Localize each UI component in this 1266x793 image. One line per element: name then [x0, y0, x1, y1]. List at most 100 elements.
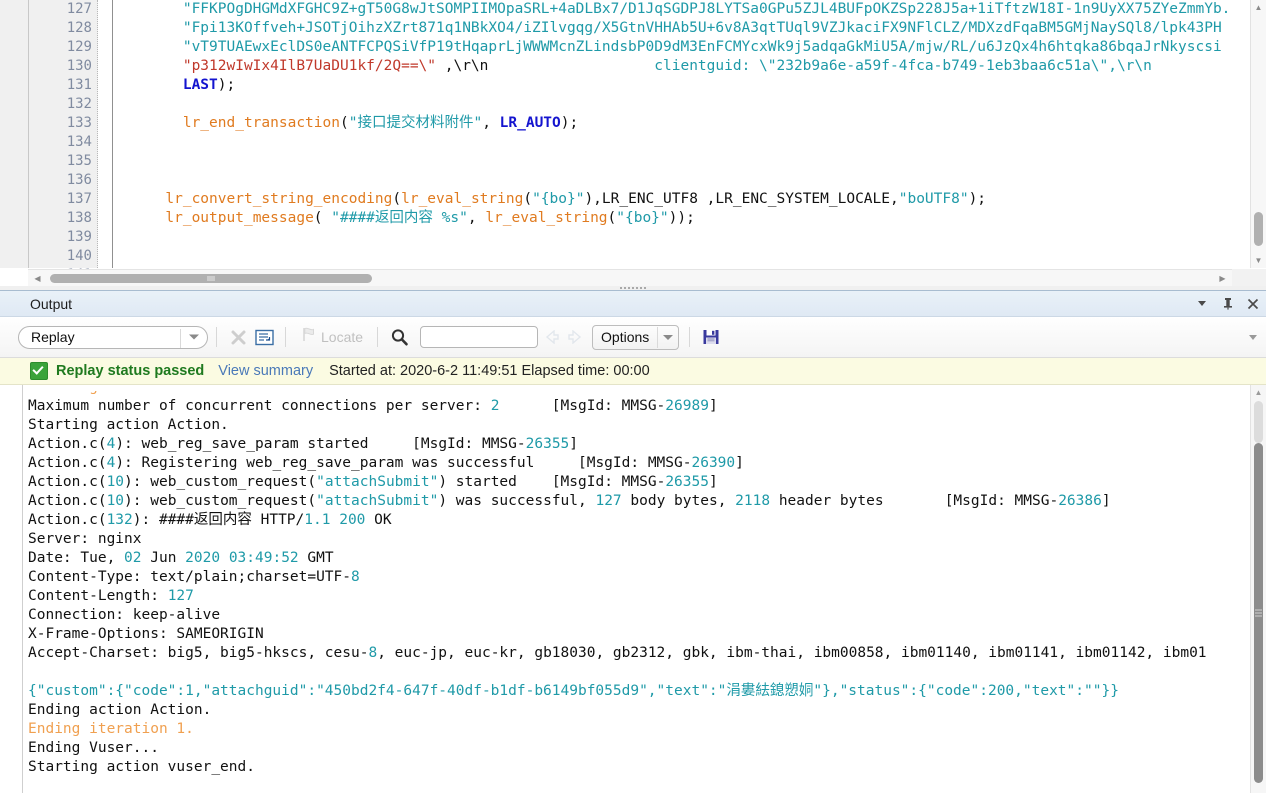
vugen-window: 127 128 129 130 131 132 133 134 135 136 137 138 139 1…: [0, 0, 1266, 793]
output-log-text[interactable]: Starting iteration 1.Maximum number of c…: [28, 385, 1233, 793]
log-token: , euc-jp, euc-kr, gb18030, gb2312, gbk, …: [377, 645, 1207, 661]
log-token: ]: [708, 474, 718, 490]
log-token: ]: [708, 398, 718, 414]
line-number: 130: [66, 58, 92, 74]
log-thumb-grip: [1255, 609, 1262, 617]
find-button[interactable]: [386, 325, 412, 349]
line-number: 136: [66, 172, 92, 188]
toolbar-divider: [216, 327, 217, 347]
line-number: 137: [66, 191, 92, 207]
log-token: 1.1: [304, 512, 331, 528]
log-token: 03:49:52: [228, 550, 299, 566]
locate-label: Locate: [321, 329, 364, 345]
code-text-area[interactable]: "FFKPOgDHGMdXFGHC9Z+gT50G8wJtSOMPIIMOpaS…: [113, 0, 1253, 268]
code-token: ,\r\n: [436, 58, 489, 74]
log-line: X-Frame-Options: SAMEORIGIN: [28, 625, 1233, 644]
close-icon[interactable]: [1245, 296, 1260, 311]
chevron-down-icon[interactable]: [189, 334, 199, 340]
code-token: lr_output_message: [165, 210, 314, 226]
options-chevron-down-icon[interactable]: [658, 334, 678, 340]
log-vscroll-thumb[interactable]: [1254, 443, 1263, 783]
log-source-combo[interactable]: Replay: [18, 325, 208, 349]
code-line: lr_convert_string_encoding(lr_eval_strin…: [113, 190, 1253, 209]
code-token: "boUTF8": [898, 191, 969, 207]
log-token: 2118: [735, 493, 771, 509]
code-fold-column[interactable]: [98, 0, 113, 268]
code-token: "FFKPOgDHGMdXFGHC9Z+gT50G8wJtSOMPIIMOpaS…: [182, 1, 1231, 17]
log-token: {"custom":{"code":1,"attachguid":"450bd2…: [28, 683, 1119, 699]
log-token: Action.c(: [28, 436, 107, 452]
line-number: 133: [66, 115, 92, 131]
pin-icon[interactable]: [1220, 296, 1235, 311]
output-panel: Output Replay Locate Options Replay stat…: [0, 290, 1266, 793]
code-line: LAST);: [113, 76, 1253, 95]
log-token: "attachSubmit": [316, 474, 439, 490]
log-token: Starting action vuser_end.: [28, 759, 255, 775]
code-line: lr_output_message( "####返回内容 %s", lr_eva…: [113, 209, 1253, 228]
log-line: Starting action Action.: [28, 416, 1233, 435]
scroll-left-icon[interactable]: ◀: [30, 271, 45, 286]
save-output-button[interactable]: [698, 325, 724, 349]
log-token: Ending Vuser...: [28, 740, 159, 756]
log-token: 26386: [1058, 493, 1102, 509]
find-previous-icon[interactable]: [543, 328, 561, 346]
log-line: Action.c(132): ####返回内容 HTTP/1.1 200 OK: [28, 511, 1233, 530]
options-button[interactable]: Options: [592, 324, 680, 350]
line-number: 127: [66, 1, 92, 17]
output-panel-title-actions: [1195, 291, 1260, 316]
log-token: Content-Type: text/plain;charset=UTF-: [28, 569, 352, 585]
code-token: (: [339, 115, 349, 131]
find-next-icon[interactable]: [566, 328, 584, 346]
scroll-down-icon[interactable]: ▼: [1251, 253, 1266, 268]
code-token: "接口提交材料附件": [348, 115, 483, 131]
scroll-up-icon[interactable]: ▲: [1251, 0, 1266, 15]
log-token: 26390: [691, 455, 736, 471]
log-token: 26989: [665, 398, 709, 414]
options-label: Options: [601, 329, 650, 345]
view-summary-link[interactable]: View summary: [218, 363, 313, 379]
log-token: ): web_reg_save_param started [MsgId: MM…: [115, 436, 526, 452]
editor-vscroll-thumb[interactable]: [1254, 212, 1263, 246]
scroll-right-icon[interactable]: ▶: [1215, 271, 1230, 286]
log-token: Accept-Charset: big5, big5-hkscs, cesu-: [28, 645, 369, 661]
toolbar-divider-2: [285, 327, 286, 347]
log-token: Ending iteration 1.: [28, 721, 194, 737]
panel-menu-icon[interactable]: [1195, 296, 1210, 311]
log-scroll-up-icon[interactable]: ▲: [1251, 385, 1266, 399]
code-token: (: [607, 210, 617, 226]
log-token: OK: [365, 512, 392, 528]
editor-vertical-scrollbar[interactable]: ▲ ▼: [1250, 0, 1266, 268]
locate-button[interactable]: Locate: [294, 325, 369, 349]
editor-horizontal-scrollbar[interactable]: ◀ ▶: [28, 269, 1266, 287]
code-token: "{bo}": [616, 210, 669, 226]
log-token: 26355: [665, 474, 709, 490]
line-number: 134: [66, 134, 92, 150]
code-token: lr_end_transaction: [182, 115, 340, 131]
log-token: Action.c(: [28, 512, 107, 528]
find-input[interactable]: [420, 326, 539, 348]
word-wrap-button[interactable]: [251, 325, 277, 349]
clear-output-button[interactable]: [225, 325, 251, 349]
log-token: ): Registering web_reg_save_param was su…: [115, 455, 692, 471]
toolbar-overflow-icon[interactable]: [1246, 330, 1260, 344]
code-token: (: [313, 210, 332, 226]
log-scroll-track[interactable]: [1254, 401, 1263, 443]
log-token: "attachSubmit": [316, 493, 439, 509]
code-token: LR_AUTO: [499, 115, 561, 131]
log-token: 4: [106, 455, 116, 471]
combo-separator: [180, 328, 181, 348]
code-token: );: [217, 77, 236, 93]
output-vertical-scrollbar[interactable]: ▲: [1250, 385, 1266, 793]
code-token: );: [968, 191, 987, 207]
editor-hscroll-thumb[interactable]: [50, 274, 372, 283]
code-token: (: [392, 191, 402, 207]
